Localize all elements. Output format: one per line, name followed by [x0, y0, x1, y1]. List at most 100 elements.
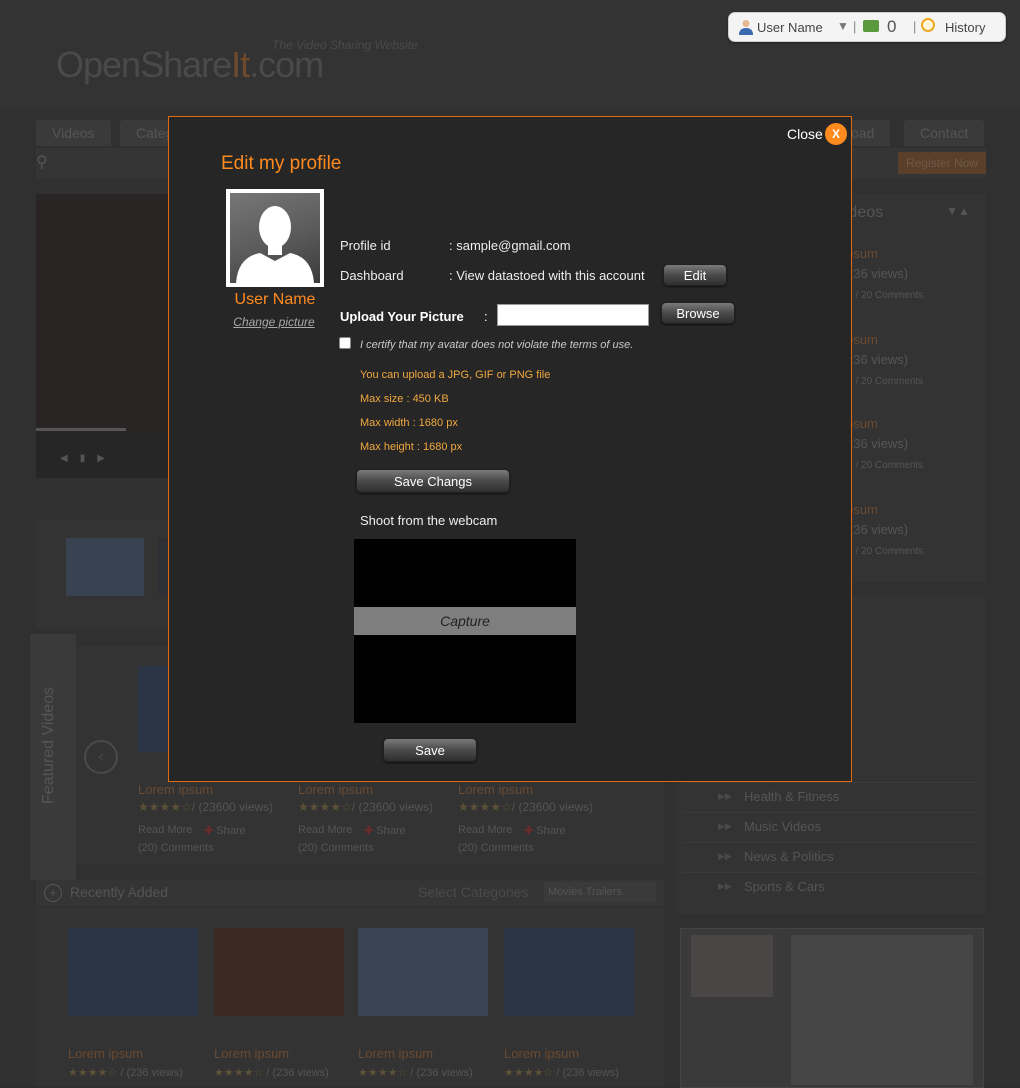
featured-card-rating: ★★★★☆/ (23600 views)	[458, 800, 594, 814]
recent-card-title[interactable]: Lorem ipsum	[68, 1046, 143, 1061]
certify-text: I certify that my avatar does not violat…	[360, 339, 634, 351]
avatar	[226, 189, 324, 287]
webcam-preview: Capture	[354, 539, 576, 723]
featured-card-title[interactable]: Lorem ipsum	[138, 782, 213, 797]
share-link[interactable]: ✚ Share	[204, 824, 246, 837]
recent-card-image[interactable]	[358, 928, 488, 1016]
share-link[interactable]: ✚ Share	[364, 824, 406, 837]
category-item[interactable]: ▶▶ Sports & Cars	[682, 872, 980, 903]
thumbnail[interactable]	[66, 538, 144, 596]
dashboard-value: : View datastoed with this account	[449, 268, 645, 283]
category-select[interactable]: Movies Trailers	[544, 882, 656, 902]
comments-link[interactable]: (20) Comments	[298, 842, 374, 854]
share-icon: ✚	[204, 825, 214, 837]
upload-file-input[interactable]	[497, 304, 649, 326]
save-button[interactable]: Save	[383, 738, 477, 762]
share-icon: ✚	[524, 825, 534, 837]
upload-info-line: Max width : 1680 px	[360, 417, 458, 429]
recent-card-title[interactable]: Lorem ipsum	[214, 1046, 289, 1061]
carousel-prev-icon[interactable]: ‹	[84, 740, 118, 774]
recent-card[interactable]: Lorem ipsum ★★★★☆ / (236 views)	[68, 928, 198, 1079]
featured-card-rating: ★★★★☆/ (23600 views)	[298, 800, 434, 814]
sidebar-video-views: 236 views)	[846, 266, 909, 281]
player-control-icons[interactable]: ◀▮▶	[60, 453, 117, 464]
recent-card-meta: ★★★★☆ / (236 views)	[358, 1067, 473, 1079]
category-item[interactable]: ▶▶ Health & Fitness	[682, 782, 980, 813]
recent-card-meta: ★★★★☆ / (236 views)	[214, 1067, 329, 1079]
site-tagline: The Video Sharing Website	[272, 38, 418, 52]
player-progress[interactable]	[36, 428, 126, 431]
recent-card-title[interactable]: Lorem ipsum	[504, 1046, 579, 1061]
recent-card-image[interactable]	[214, 928, 344, 1016]
upload-picture-label: Upload Your Picture	[340, 309, 464, 324]
upload-info-line: Max size : 450 KB	[360, 393, 449, 405]
edit-button[interactable]: Edit	[663, 264, 727, 286]
read-more-link[interactable]: Read More	[138, 824, 192, 836]
sidebar-scroll-arrows-icon[interactable]: ▼▲	[946, 204, 970, 218]
featured-card-title[interactable]: Lorem ipsum	[458, 782, 533, 797]
upload-colon: :	[484, 309, 488, 324]
user-icon	[739, 20, 753, 35]
close-icon[interactable]: X	[825, 123, 847, 145]
select-categories-label: Select Categories	[418, 884, 529, 900]
sidebar-video-views: 236 views)	[846, 522, 909, 537]
ad-logo-image	[691, 935, 773, 997]
expand-plus-icon[interactable]: +	[44, 884, 62, 902]
webcam-label: Shoot from the webcam	[360, 513, 498, 528]
tab-contact[interactable]: Contact	[904, 120, 985, 146]
featured-videos-tab[interactable]: Featured Videos	[30, 634, 76, 880]
read-more-link[interactable]: Read More	[298, 824, 352, 836]
capture-button[interactable]: Capture	[354, 607, 576, 635]
recent-card-meta: ★★★★☆ / (236 views)	[504, 1067, 619, 1079]
comments-link[interactable]: (20) Comments	[138, 842, 214, 854]
featured-card-rating: ★★★★☆/ (23600 views)	[138, 800, 274, 814]
close-label: Close	[787, 126, 823, 142]
recent-card[interactable]: Lorem ipsum ★★★★☆ / (236 views)	[358, 928, 488, 1079]
recent-card[interactable]: Lorem ipsum ★★★★☆ / (236 views)	[214, 928, 344, 1079]
advertisement-banner[interactable]	[680, 928, 984, 1088]
chevron-right-icon: ▶▶	[718, 881, 732, 891]
browse-button[interactable]: Browse	[661, 302, 735, 324]
divider: |	[913, 19, 917, 34]
tab-videos[interactable]: Videos	[36, 120, 111, 146]
upload-info-line: You can upload a JPG, GIF or PNG file	[360, 369, 551, 381]
recent-card[interactable]: Lorem ipsum ★★★★☆ / (236 views)	[504, 928, 634, 1079]
modal-title: Edit my profile	[221, 153, 342, 174]
user-toolbar: User Name ▼ | 0 | History	[728, 12, 1006, 42]
recent-card-meta: ★★★★☆ / (236 views)	[68, 1067, 183, 1079]
recent-card-image[interactable]	[68, 928, 198, 1016]
clock-icon	[921, 18, 935, 32]
share-link[interactable]: ✚ Share	[524, 824, 566, 837]
avatar-username: User Name	[234, 291, 316, 308]
username-label[interactable]: User Name	[757, 20, 823, 35]
user-silhouette-icon	[236, 206, 314, 283]
chevron-right-icon: ▶▶	[718, 851, 732, 861]
mail-icon[interactable]	[863, 20, 879, 32]
sidebar-video-views: 236 views)	[846, 352, 909, 367]
recent-card-title[interactable]: Lorem ipsum	[358, 1046, 433, 1061]
recently-added-header: + Recently Added Select Categories Movie…	[36, 880, 664, 906]
chevron-right-icon: ▶▶	[718, 791, 732, 801]
edit-profile-modal: Edit my profile Close X User Name Change…	[168, 116, 852, 782]
register-button[interactable]: Register Now	[897, 152, 986, 174]
recent-card-image[interactable]	[504, 928, 634, 1016]
category-item[interactable]: ▶▶ News & Politics	[682, 842, 980, 873]
share-icon: ✚	[364, 825, 374, 837]
comments-link[interactable]: (20) Comments	[458, 842, 534, 854]
certify-checkbox[interactable]	[339, 337, 351, 349]
message-count: 0	[887, 17, 897, 36]
read-more-link[interactable]: Read More	[458, 824, 512, 836]
close-button[interactable]: Close X	[787, 123, 849, 149]
profile-id-label: Profile id	[340, 238, 391, 253]
ad-photo-image	[791, 935, 973, 1085]
divider: |	[853, 19, 857, 34]
featured-card-title[interactable]: Lorem ipsum	[298, 782, 373, 797]
chevron-down-icon[interactable]: ▼	[837, 19, 849, 33]
chevron-right-icon: ▶▶	[718, 821, 732, 831]
history-link[interactable]: History	[945, 20, 985, 35]
profile-id-value: : sample@gmail.com	[449, 238, 571, 253]
save-changes-button[interactable]: Save Changs	[356, 469, 510, 493]
category-item[interactable]: ▶▶ Music Videos	[682, 812, 980, 843]
search-icon[interactable]: ⚲	[36, 152, 48, 172]
sidebar-video-views: 236 views)	[846, 436, 909, 451]
